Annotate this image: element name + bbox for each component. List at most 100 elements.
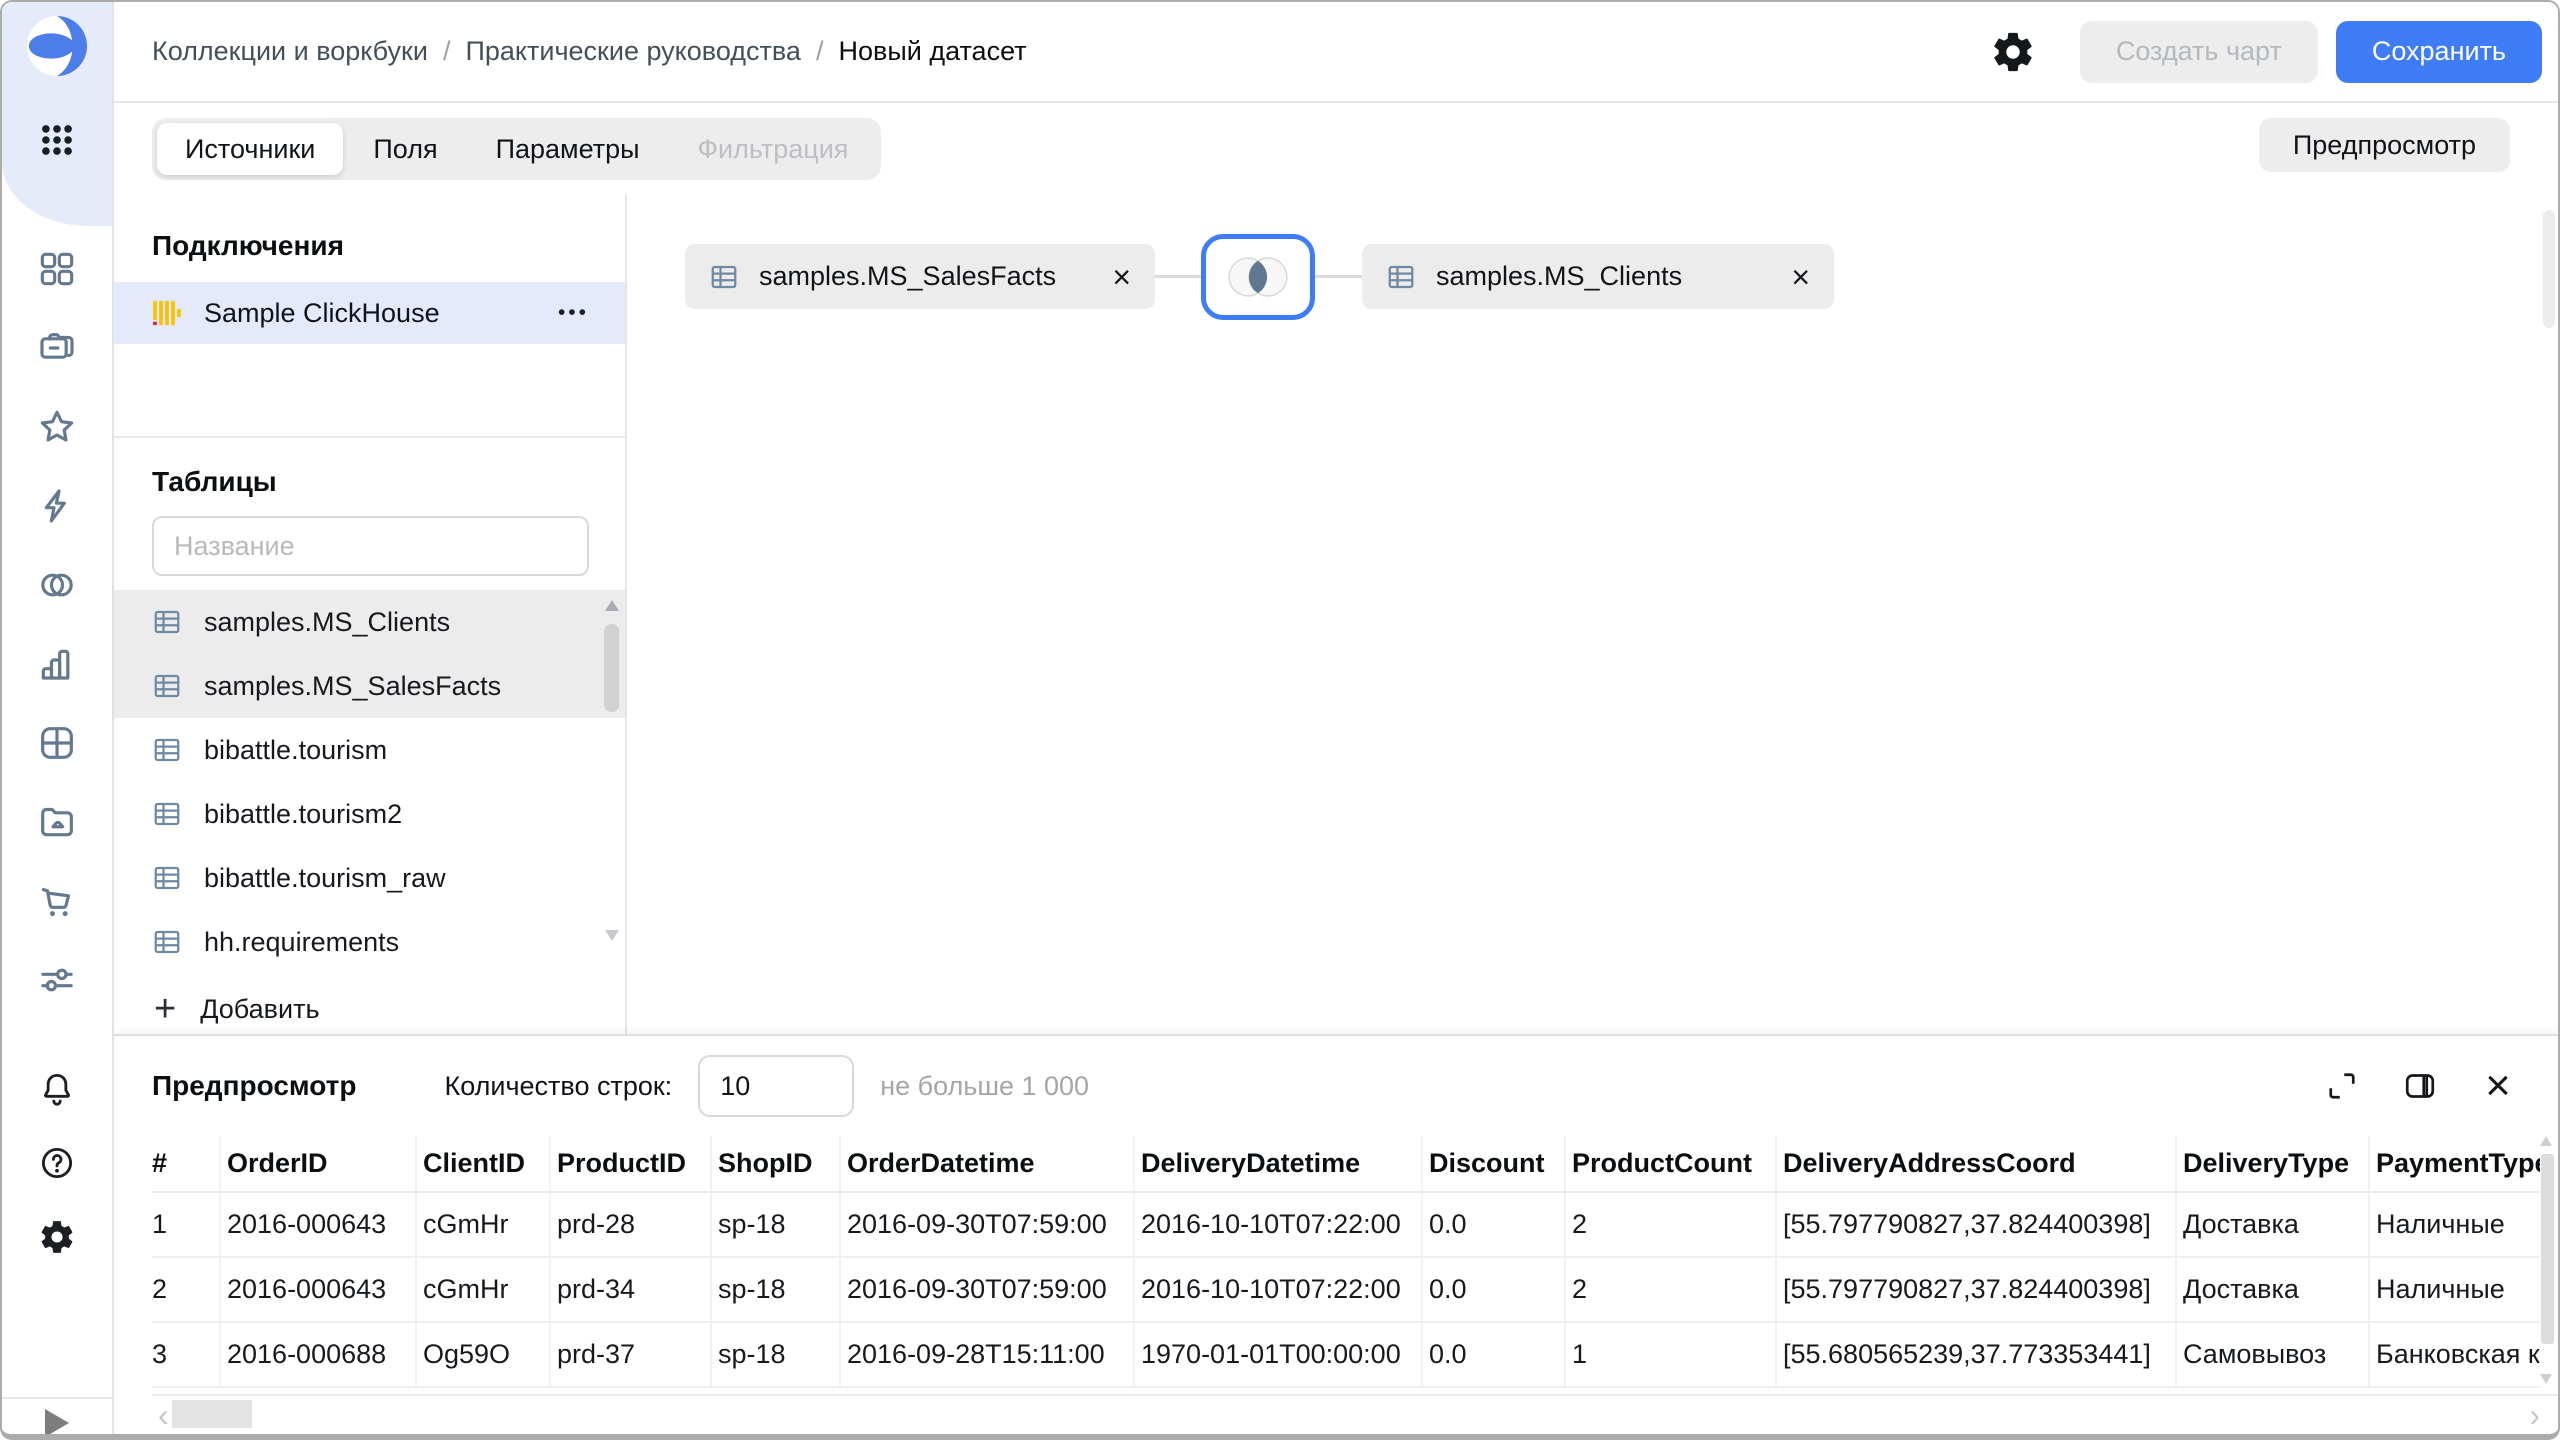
cell: cGmHr bbox=[415, 1192, 550, 1258]
col-header: ProductCount bbox=[1564, 1136, 1776, 1193]
connection-item-sample-clickhouse[interactable]: Sample ClickHouse ••• bbox=[114, 282, 625, 344]
sources-panel: Подключения Sample ClickHouse ••• Таблиц… bbox=[114, 194, 627, 1034]
toggle-preview-button[interactable]: Предпросмотр bbox=[2258, 118, 2510, 172]
source-node-label: samples.MS_Clients bbox=[1436, 261, 1683, 291]
apps-grid-icon[interactable] bbox=[2, 120, 112, 160]
col-header: ShopID bbox=[710, 1136, 840, 1193]
cell: [55.680565239,37.773353441] bbox=[1775, 1322, 2176, 1388]
collections-folders-icon[interactable] bbox=[37, 328, 77, 368]
remove-source-icon[interactable]: × bbox=[1112, 261, 1131, 293]
table-row: 2 2016-000643 cGmHr prd-34 sp-18 2016-09… bbox=[152, 1257, 2540, 1323]
add-table-label: Добавить bbox=[200, 993, 320, 1024]
dataset-settings-gear-icon[interactable] bbox=[1990, 29, 2036, 75]
cell: 0.0 bbox=[1421, 1322, 1565, 1388]
scroll-down-icon[interactable] bbox=[605, 930, 619, 941]
scroll-down-icon[interactable] bbox=[2540, 1374, 2552, 1384]
table-item-tourism[interactable]: bibattle.tourism bbox=[114, 718, 625, 782]
table-item-hh-requirements[interactable]: hh.requirements bbox=[114, 910, 625, 974]
cell: [55.797790827,37.824400398] bbox=[1775, 1192, 2176, 1258]
cell: Og59O bbox=[415, 1322, 550, 1388]
scroll-up-icon[interactable] bbox=[605, 600, 619, 611]
join-type-button[interactable] bbox=[1201, 234, 1315, 320]
scrollbar-thumb[interactable] bbox=[604, 624, 619, 712]
source-node-clients[interactable]: samples.MS_Clients × bbox=[1362, 244, 1834, 309]
sidebar-top-decor bbox=[2, 2, 112, 226]
tabs-row: Источники Поля Параметры Фильтрация Пред… bbox=[114, 105, 2558, 194]
tables-list-scrollbar bbox=[604, 600, 620, 970]
cell: 1 bbox=[152, 1192, 220, 1258]
sidebar-divider bbox=[2, 1397, 112, 1399]
cell: prd-37 bbox=[549, 1322, 711, 1388]
tab-filtering[interactable]: Фильтрация bbox=[670, 123, 877, 175]
notifications-bell-icon[interactable] bbox=[38, 1070, 76, 1108]
cell: 1 bbox=[1564, 1322, 1776, 1388]
cell: 3 bbox=[152, 1322, 220, 1388]
preview-table: # OrderID ClientID ProductID ShopID Orde… bbox=[152, 1136, 2540, 1388]
table-item-tourism2[interactable]: bibattle.tourism2 bbox=[114, 782, 625, 846]
col-header: PaymentType bbox=[2368, 1136, 2540, 1193]
source-node-salesfacts[interactable]: samples.MS_SalesFacts × bbox=[685, 244, 1155, 309]
table-item-tourism-raw[interactable]: bibattle.tourism_raw bbox=[114, 846, 625, 910]
table-icon bbox=[152, 735, 182, 765]
expand-preview-icon[interactable] bbox=[2324, 1068, 2360, 1104]
cell: Доставка bbox=[2175, 1257, 2369, 1323]
connection-menu-ellipsis-icon[interactable]: ••• bbox=[558, 301, 589, 325]
tab-fields[interactable]: Поля bbox=[345, 123, 465, 175]
table-search-input[interactable] bbox=[152, 516, 589, 576]
dashboard-squares-icon[interactable] bbox=[37, 249, 77, 289]
scroll-right-icon[interactable]: › bbox=[2523, 1399, 2546, 1431]
favorites-star-icon[interactable] bbox=[37, 407, 77, 447]
datasets-venn-icon[interactable] bbox=[37, 565, 77, 605]
services-sliders-icon[interactable] bbox=[37, 960, 77, 1000]
connections-lightning-icon[interactable] bbox=[37, 486, 77, 526]
settings-gear-icon[interactable] bbox=[38, 1218, 76, 1256]
col-header: DeliveryDatetime bbox=[1133, 1136, 1422, 1193]
app-window: Коллекции и воркбуки / Практические руково… bbox=[0, 0, 2560, 1440]
scrollbar-thumb[interactable] bbox=[172, 1400, 252, 1428]
close-preview-icon[interactable]: × bbox=[2480, 1064, 2516, 1108]
canvas-scrollbar-thumb[interactable] bbox=[2543, 210, 2555, 328]
breadcrumb-workbook[interactable]: Практические руководства bbox=[465, 36, 800, 66]
inner-join-venn-icon bbox=[1228, 257, 1288, 297]
cell: sp-18 bbox=[710, 1322, 840, 1388]
cell: 2016-000643 bbox=[219, 1192, 416, 1258]
help-question-icon[interactable] bbox=[38, 1144, 76, 1182]
preview-vertical-scrollbar-thumb[interactable] bbox=[2541, 1154, 2554, 1344]
dashboards-table-icon[interactable] bbox=[37, 723, 77, 763]
save-button[interactable]: Сохранить bbox=[2335, 20, 2542, 83]
remove-source-icon[interactable]: × bbox=[1791, 261, 1810, 293]
cell: sp-18 bbox=[710, 1257, 840, 1323]
breadcrumb-current: Новый датасет bbox=[838, 36, 1027, 66]
charts-bars-icon[interactable] bbox=[37, 644, 77, 684]
gallery-folder-image-icon[interactable] bbox=[37, 802, 77, 842]
tab-parameters[interactable]: Параметры bbox=[468, 123, 668, 175]
scroll-up-icon[interactable] bbox=[2540, 1136, 2552, 1146]
preview-horizontal-scrollbar: ‹ › bbox=[152, 1394, 2558, 1431]
cell: 0.0 bbox=[1421, 1257, 1565, 1323]
cell: prd-34 bbox=[549, 1257, 711, 1323]
cell: Наличные bbox=[2368, 1257, 2540, 1323]
preview-header: Предпросмотр Количество строк: не больше… bbox=[114, 1036, 2558, 1136]
table-icon bbox=[152, 671, 182, 701]
table-icon bbox=[152, 607, 182, 637]
col-header: DeliveryType bbox=[2175, 1136, 2369, 1193]
cell: Наличные bbox=[2368, 1192, 2540, 1258]
split-panel-icon[interactable] bbox=[2402, 1068, 2438, 1104]
tables-list: samples.MS_Clients samples.MS_SalesFacts… bbox=[114, 590, 625, 974]
marketplace-cart-icon[interactable] bbox=[37, 881, 77, 921]
plus-icon: + bbox=[154, 988, 177, 1030]
table-item-ms-clients[interactable]: samples.MS_Clients bbox=[114, 590, 625, 654]
datalens-logo[interactable] bbox=[26, 15, 88, 77]
create-chart-button[interactable]: Создать чарт bbox=[2079, 20, 2318, 83]
preview-header-row: # OrderID ClientID ProductID ShopID Orde… bbox=[152, 1136, 2540, 1193]
cell: Доставка bbox=[2175, 1192, 2369, 1258]
breadcrumb-collections[interactable]: Коллекции и воркбуки bbox=[152, 36, 428, 66]
cell: cGmHr bbox=[415, 1257, 550, 1323]
panel-divider bbox=[114, 436, 625, 438]
add-table-button[interactable]: + Добавить bbox=[114, 990, 625, 1028]
tab-sources[interactable]: Источники bbox=[157, 123, 344, 175]
source-node-label: samples.MS_SalesFacts bbox=[759, 261, 1057, 291]
row-count-input[interactable] bbox=[698, 1055, 855, 1117]
table-item-ms-salesfacts[interactable]: samples.MS_SalesFacts bbox=[114, 654, 625, 718]
sidebar-expand-button[interactable] bbox=[2, 1406, 112, 1434]
